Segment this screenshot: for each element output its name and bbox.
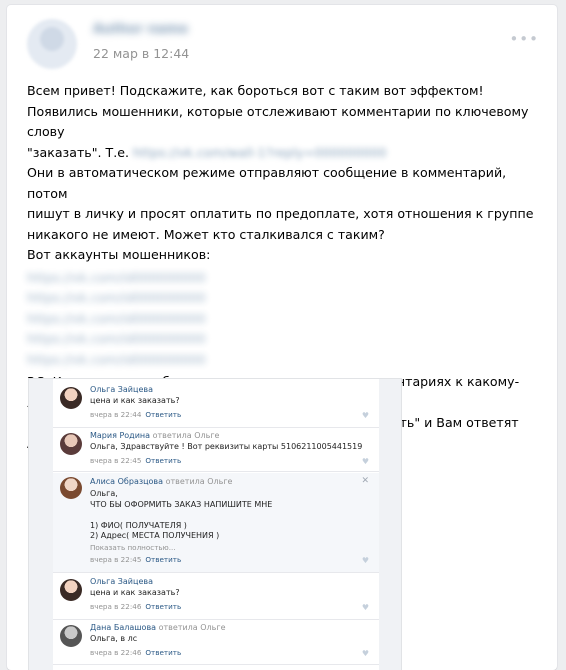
reply-button[interactable]: Ответить xyxy=(145,648,181,657)
reply-button[interactable]: Ответить xyxy=(145,602,181,611)
post-card: Author name 22 мар в 12:44 ••• Всем прив… xyxy=(7,5,557,670)
comment-reply-to: ответила Ольге xyxy=(165,477,233,486)
post-line: никакого не имеют. Может кто сталкивался… xyxy=(27,226,385,242)
divider xyxy=(53,427,379,428)
close-icon[interactable]: ✕ xyxy=(361,476,369,486)
blurred-link[interactable]: https://vk.com/wall-1?reply=000000000 xyxy=(133,145,387,160)
comment-meta: вчера в 22:45 Ответить xyxy=(90,456,181,465)
post-date-text[interactable]: 22 мар в 12:44 xyxy=(93,46,189,61)
comment-meta: вчера в 22:46 Ответить xyxy=(90,602,181,611)
comment-time[interactable]: вчера в 22:46 xyxy=(90,602,141,611)
reply-button[interactable]: Ответить xyxy=(145,456,181,465)
post-line: пишут в личку и просят оплатить по предо… xyxy=(27,206,534,221)
comment-avatar[interactable] xyxy=(60,433,82,455)
account-link[interactable]: https://vk.com/id000000000 xyxy=(27,268,542,289)
screenshot-right-margin xyxy=(379,379,401,670)
comment: Алиса Образцова ответила Ольге ✕ Ольга, … xyxy=(53,473,379,573)
comment-author-line: Мария Родина ответила Ольге xyxy=(90,431,219,440)
account-link[interactable]: https://vk.com/id000000000 xyxy=(27,329,542,350)
comment-author-line: Дана Балашова ответила Ольге xyxy=(90,623,225,632)
comment-avatar[interactable] xyxy=(60,387,82,409)
comment: Ольга Зайцева цена и как заказать? вчера… xyxy=(53,385,379,428)
comment: Ольга Зайцева цена и как заказать? вчера… xyxy=(53,577,379,620)
account-link[interactable]: https://vk.com/id000000000 xyxy=(27,288,542,309)
comment-text: Ольга, в лс xyxy=(90,634,138,643)
attached-screenshot[interactable]: Ольга Зайцева цена и как заказать? вчера… xyxy=(28,378,402,670)
comment-text: цена и как заказать? xyxy=(90,588,180,597)
heart-icon[interactable]: ♥ xyxy=(362,411,369,420)
comment-time[interactable]: вчера в 22:44 xyxy=(90,410,141,419)
post-line: "заказать". Т.е. https://vk.com/wall-1?r… xyxy=(27,143,542,164)
divider xyxy=(53,619,379,620)
heart-icon[interactable]: ♥ xyxy=(362,556,369,565)
account-link[interactable]: https://vk.com/id000000000 xyxy=(27,350,542,371)
comment-text: Ольга, Здравствуйте ! Вот реквизиты карт… xyxy=(90,442,363,451)
comment-time[interactable]: вчера в 22:46 xyxy=(90,648,141,657)
reply-button[interactable]: Ответить xyxy=(145,555,181,564)
account-link[interactable]: https://vk.com/id000000000 xyxy=(27,309,542,330)
comment-meta: вчера в 22:45 Ответить xyxy=(90,555,181,564)
author-name[interactable]: Author name xyxy=(93,22,188,37)
comment-author-line: Алиса Образцова ответила Ольге xyxy=(90,477,232,486)
post-line-text: "заказать". Т.е. xyxy=(27,144,133,160)
comment-author[interactable]: Ольга Зайцева xyxy=(90,385,153,394)
author-avatar[interactable] xyxy=(27,19,77,69)
post-line: Появились мошенники, которые отслеживают… xyxy=(27,103,529,140)
comment-text: цена и как заказать? xyxy=(90,396,180,405)
reply-button[interactable]: Ответить xyxy=(145,410,181,419)
post-line: Вот аккаунты мошенников: xyxy=(27,247,211,262)
comment-reply-to: ответила Ольге xyxy=(158,623,226,632)
post-date[interactable]: 22 мар в 12:44 xyxy=(93,46,191,61)
show-more-link[interactable]: Показать полностью... xyxy=(90,543,176,552)
comment-meta: вчера в 22:46 Ответить xyxy=(90,648,181,657)
screenshot-left-margin xyxy=(29,379,53,670)
comment-reply-to: ответила Ольге xyxy=(152,431,220,440)
comment: Дана Балашова ответила Ольге Ольга, в лс… xyxy=(53,623,379,665)
comment-time[interactable]: вчера в 22:45 xyxy=(90,456,141,465)
comment-avatar[interactable] xyxy=(60,625,82,647)
divider xyxy=(53,471,379,472)
scammer-accounts-list: https://vk.com/id000000000 https://vk.co… xyxy=(27,268,542,371)
post-line: Всем привет! Подскажите, как бороться во… xyxy=(27,83,484,98)
comment-avatar[interactable] xyxy=(60,579,82,601)
heart-icon[interactable]: ♥ xyxy=(362,603,369,612)
comment-author[interactable]: Алиса Образцова xyxy=(90,477,163,486)
post-line: Они в автоматическом режиме отправляют с… xyxy=(27,165,507,201)
comment: Мария Родина ответила Ольге Ольга, Здрав… xyxy=(53,431,379,473)
comment-author[interactable]: Дана Балашова xyxy=(90,623,156,632)
comment-avatar[interactable] xyxy=(60,477,82,499)
comment-time[interactable]: вчера в 22:45 xyxy=(90,555,141,564)
divider xyxy=(53,664,379,665)
divider xyxy=(53,572,379,573)
heart-icon[interactable]: ♥ xyxy=(362,457,369,466)
heart-icon[interactable]: ♥ xyxy=(362,649,369,658)
comment-meta: вчера в 22:44 Ответить xyxy=(90,410,181,419)
comment-author[interactable]: Мария Родина xyxy=(90,431,150,440)
more-options-icon[interactable]: ••• xyxy=(509,30,539,48)
comment-text: Ольга, ЧТО БЫ ОФОРМИТЬ ЗАКАЗ НАПИШИТЕ МН… xyxy=(90,489,273,540)
comment-author[interactable]: Ольга Зайцева xyxy=(90,577,153,586)
